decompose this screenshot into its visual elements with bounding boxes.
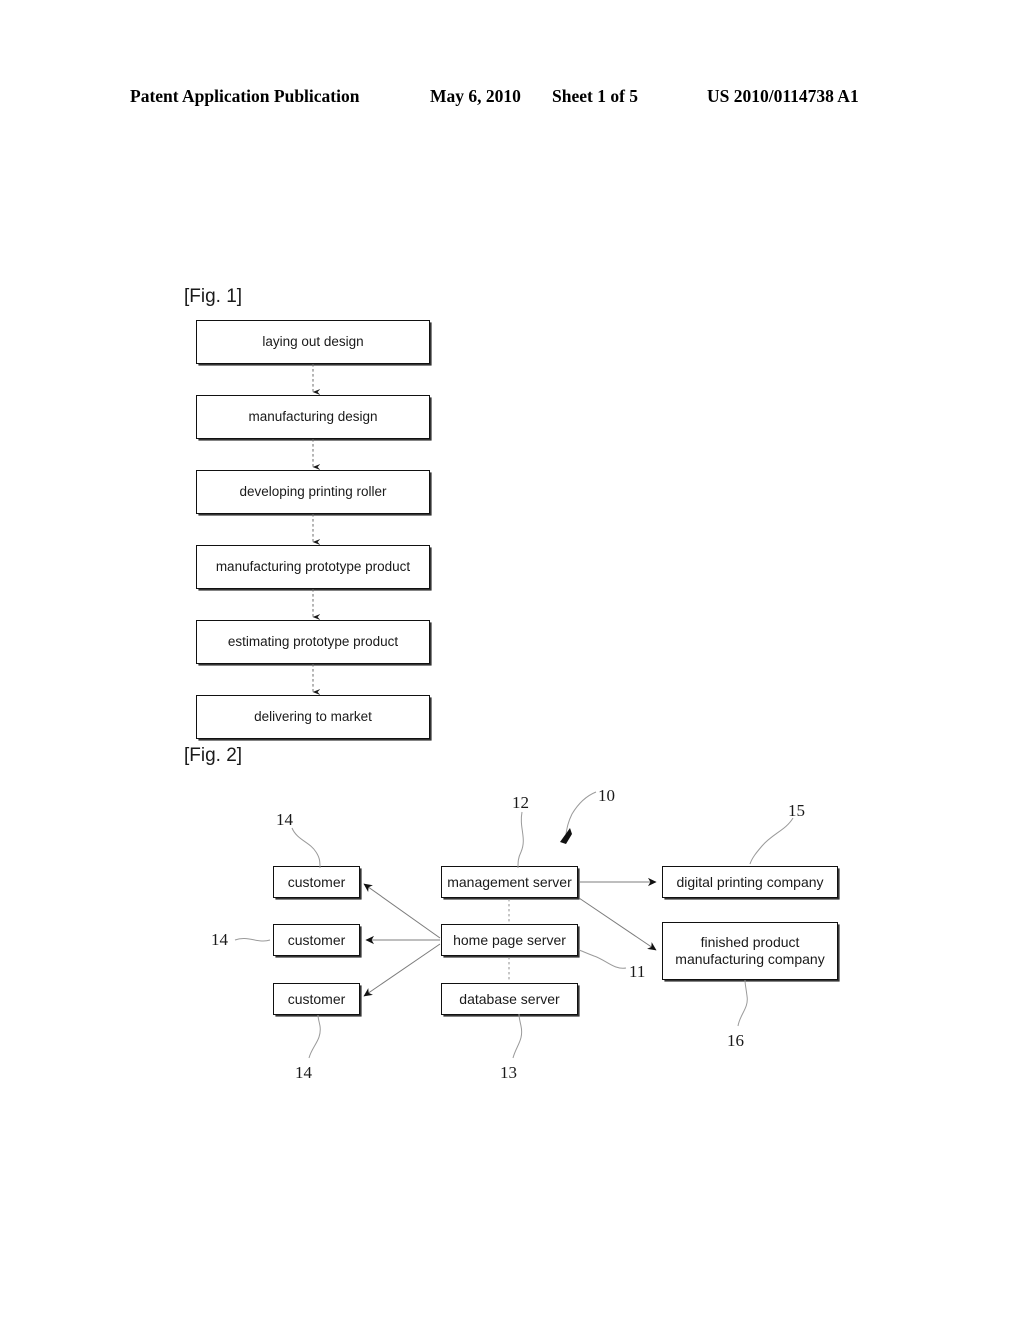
flow-step-manufacturing-prototype-product: manufacturing prototype product bbox=[196, 545, 430, 589]
reference-numeral-12: 12 bbox=[512, 793, 529, 812]
node-customer-bottom: customer bbox=[273, 983, 360, 1015]
finished-product-line-2: manufacturing company bbox=[675, 951, 825, 967]
node-customer-middle: customer bbox=[273, 924, 360, 956]
node-customer-top: customer bbox=[273, 866, 360, 898]
flow-step-developing-printing-roller: developing printing roller bbox=[196, 470, 430, 514]
sheet-indicator: Sheet 1 of 5 bbox=[552, 86, 639, 106]
publication-date: May 6, 2010 bbox=[430, 86, 521, 106]
patent-number: US 2010/0114738 A1 bbox=[707, 86, 859, 106]
fig2-finished-arrow bbox=[578, 897, 657, 951]
reference-numeral-16: 16 bbox=[727, 1031, 744, 1050]
publication-title: Patent Application Publication bbox=[130, 86, 360, 106]
page-header: Patent Application Publication May 6, 20… bbox=[0, 86, 1024, 112]
node-database-server: database server bbox=[441, 983, 578, 1015]
node-finished-product-manufacturing-company: finished product manufacturing company bbox=[662, 922, 838, 980]
reference-numeral-11: 11 bbox=[629, 962, 646, 981]
node-digital-printing-company: digital printing company bbox=[662, 866, 838, 898]
reference-numeral-15: 15 bbox=[788, 801, 805, 820]
node-management-server: management server bbox=[441, 866, 578, 898]
figure-2-caption: [Fig. 2] bbox=[184, 745, 243, 766]
reference-numeral-14-top: 14 bbox=[276, 810, 293, 829]
figure-1-caption: [Fig. 1] bbox=[184, 286, 243, 307]
node-home-page-server: home page server bbox=[441, 924, 578, 956]
flow-step-manufacturing-design: manufacturing design bbox=[196, 395, 430, 439]
diagram-connectors bbox=[234, 364, 794, 1059]
reference-numeral-14-bottom: 14 bbox=[295, 1063, 312, 1082]
flow-step-estimating-prototype-product: estimating prototype product bbox=[196, 620, 430, 664]
flow-step-laying-out-design: laying out design bbox=[196, 320, 430, 364]
reference-numeral-10: 10 bbox=[598, 786, 615, 805]
fig2-client-arrows bbox=[363, 883, 441, 997]
reference-numeral-13: 13 bbox=[500, 1063, 517, 1082]
reference-numeral-14-middle: 14 bbox=[211, 930, 228, 949]
flow-step-delivering-to-market: delivering to market bbox=[196, 695, 430, 739]
ref-10-arrowhead bbox=[560, 828, 572, 844]
finished-product-line-1: finished product bbox=[700, 934, 800, 951]
